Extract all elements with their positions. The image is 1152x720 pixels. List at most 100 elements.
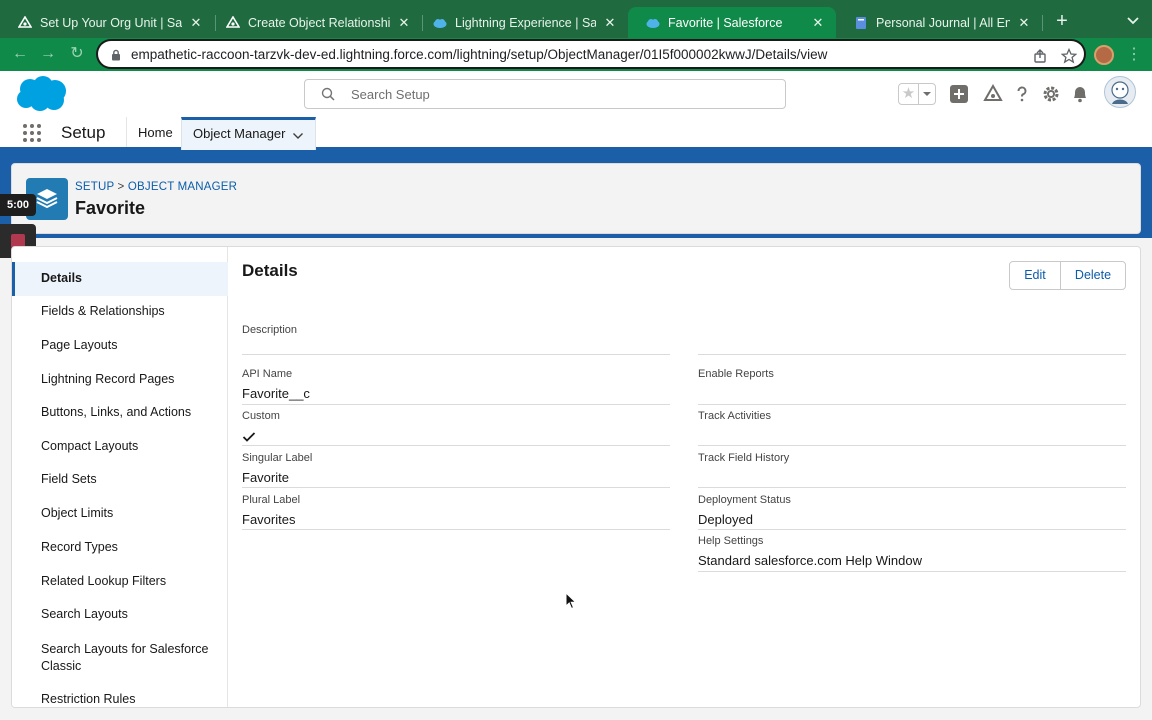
field-custom: Custom	[242, 410, 670, 446]
object-manager-tab-label: Object Manager	[193, 126, 286, 141]
field-label: Description	[242, 324, 298, 336]
close-tab-icon[interactable]: ✕	[1016, 15, 1032, 31]
field-label: Singular Label	[242, 452, 313, 464]
object-header	[11, 163, 1141, 234]
trailhead-guidance-icon[interactable]	[983, 83, 1003, 104]
browser-tab-active[interactable]: Favorite | Salesforce ✕	[628, 7, 836, 38]
favorites-group[interactable]: ★	[898, 83, 936, 105]
tab-title: Personal Journal | All Entries	[876, 15, 1010, 30]
close-tab-icon[interactable]: ✕	[396, 15, 412, 31]
field-label: Help Settings	[698, 535, 764, 547]
field-label: Custom	[242, 410, 280, 422]
browser-menu-icon[interactable]: ⋮	[1126, 46, 1142, 64]
close-tab-icon[interactable]: ✕	[602, 15, 618, 31]
field-divider-right	[698, 324, 1126, 355]
salesforce-logo[interactable]	[14, 75, 68, 113]
close-tab-icon[interactable]: ✕	[188, 15, 204, 31]
tab-separator	[1042, 15, 1043, 31]
tab-title: Create Object Relationships U	[248, 15, 390, 30]
favorites-star-icon[interactable]: ★	[899, 84, 919, 104]
sidebar-item-search-layouts[interactable]: Search Layouts	[12, 607, 228, 621]
sidebar-item-page-layouts[interactable]: Page Layouts	[12, 338, 228, 352]
bookmark-star-icon[interactable]	[1060, 47, 1078, 64]
sidebar-item-search-layouts-classic[interactable]: Search Layouts for Salesforce Classic	[12, 641, 212, 675]
field-description: Description	[242, 324, 670, 355]
url-text: empathetic-raccoon-tarzvk-dev-ed.lightni…	[131, 46, 828, 62]
mouse-pointer-icon	[565, 591, 577, 610]
sidebar-item-record-types[interactable]: Record Types	[12, 540, 228, 554]
new-tab-button[interactable]: +	[1052, 9, 1072, 33]
search-placeholder: Search Setup	[351, 87, 430, 102]
edit-button[interactable]: Edit	[1010, 262, 1061, 289]
sidebar-item-related-lookup-filters[interactable]: Related Lookup Filters	[12, 574, 228, 588]
nav-home-tab[interactable]: Home	[138, 125, 173, 140]
field-label: Track Field History	[698, 452, 790, 464]
sidebar-item-object-limits[interactable]: Object Limits	[12, 506, 228, 520]
field-api-name: API Name Favorite__c	[242, 368, 670, 405]
tab-title: Set Up Your Org Unit | Salesf	[40, 15, 182, 30]
details-heading: Details	[242, 261, 298, 280]
breadcrumb-separator: >	[117, 181, 125, 193]
reload-icon[interactable]: ↻	[67, 44, 87, 64]
sidebar-item-compact-layouts[interactable]: Compact Layouts	[12, 439, 228, 453]
browser-tab[interactable]: Set Up Your Org Unit | Salesf ✕	[0, 7, 214, 38]
breadcrumb-setup-link[interactable]: SETUP	[75, 181, 114, 193]
close-tab-icon[interactable]: ✕	[810, 15, 826, 31]
divider	[126, 117, 127, 147]
field-track-field-history: Track Field History	[698, 452, 1126, 488]
global-actions-plus-icon[interactable]	[949, 84, 969, 104]
back-arrow-icon[interactable]: ←	[10, 44, 30, 64]
field-value: Favorite__c	[242, 386, 310, 401]
favorites-list-dropdown[interactable]	[919, 84, 935, 104]
trailhead-icon	[225, 14, 241, 30]
field-singular-label: Singular Label Favorite	[242, 452, 670, 488]
context-navigation-bar: Setup Home Object Manager	[0, 117, 1152, 150]
delete-button[interactable]: Delete	[1061, 262, 1125, 289]
trailhead-icon	[17, 14, 33, 30]
journal-icon	[854, 16, 868, 30]
breadcrumb: SETUP > OBJECT MANAGER	[75, 181, 237, 193]
field-label: API Name	[242, 368, 293, 380]
sidebar-item-field-sets[interactable]: Field Sets	[12, 472, 228, 486]
user-avatar[interactable]	[1104, 76, 1136, 108]
field-label: Deployment Status	[698, 494, 791, 506]
browser-tab[interactable]: Personal Journal | All Entries ✕	[836, 7, 1042, 38]
checkmark-icon	[242, 430, 256, 442]
field-value: Favorite	[242, 470, 289, 485]
field-label: Track Activities	[698, 410, 771, 422]
help-question-icon[interactable]	[1012, 84, 1032, 104]
tab-search-chevron-icon[interactable]	[1124, 12, 1142, 30]
sidebar-item-fields-relationships[interactable]: Fields & Relationships	[12, 304, 228, 318]
share-icon[interactable]	[1032, 48, 1048, 64]
search-setup-input[interactable]: Search Setup	[304, 79, 786, 109]
field-help-settings: Help Settings Standard salesforce.com He…	[698, 535, 1126, 572]
browser-profile-avatar[interactable]	[1094, 45, 1114, 65]
lock-icon	[110, 48, 122, 61]
notifications-bell-icon[interactable]	[1070, 84, 1090, 104]
breadcrumb-object-manager-link[interactable]: OBJECT MANAGER	[128, 181, 237, 193]
recording-timer: 5:00	[0, 194, 36, 216]
object-sidebar: Details Fields & Relationships Page Layo…	[12, 247, 228, 707]
forward-arrow-icon[interactable]: →	[38, 44, 58, 64]
sidebar-item-lightning-record-pages[interactable]: Lightning Record Pages	[12, 372, 228, 386]
global-header: Search Setup ★	[0, 71, 1152, 117]
sidebar-item-details[interactable]: Details	[12, 262, 228, 296]
app-name: Setup	[61, 123, 106, 142]
sidebar-item-buttons-links-actions[interactable]: Buttons, Links, and Actions	[12, 405, 228, 419]
salesforce-cloud-icon	[433, 16, 447, 30]
field-track-activities: Track Activities	[698, 410, 1126, 446]
browser-tab[interactable]: Create Object Relationships U ✕	[208, 7, 422, 38]
field-label: Plural Label	[242, 494, 301, 506]
nav-object-manager-tab[interactable]: Object Manager	[181, 117, 316, 150]
address-bar[interactable]: empathetic-raccoon-tarzvk-dev-ed.lightni…	[98, 41, 1084, 67]
browser-tab[interactable]: Lightning Experience | Salesf ✕	[415, 7, 628, 38]
object-title: Favorite	[75, 198, 146, 218]
setup-gear-icon[interactable]	[1041, 84, 1061, 104]
chevron-down-icon[interactable]	[292, 129, 304, 141]
field-enable-reports: Enable Reports	[698, 368, 1126, 405]
record-action-buttons: Edit Delete	[1009, 261, 1126, 290]
browser-tab-strip: Set Up Your Org Unit | Salesf ✕ Create O…	[0, 0, 1152, 38]
sidebar-item-restriction-rules[interactable]: Restriction Rules	[12, 692, 228, 706]
field-value: Standard salesforce.com Help Window	[698, 553, 922, 568]
app-launcher-icon[interactable]	[22, 123, 42, 143]
